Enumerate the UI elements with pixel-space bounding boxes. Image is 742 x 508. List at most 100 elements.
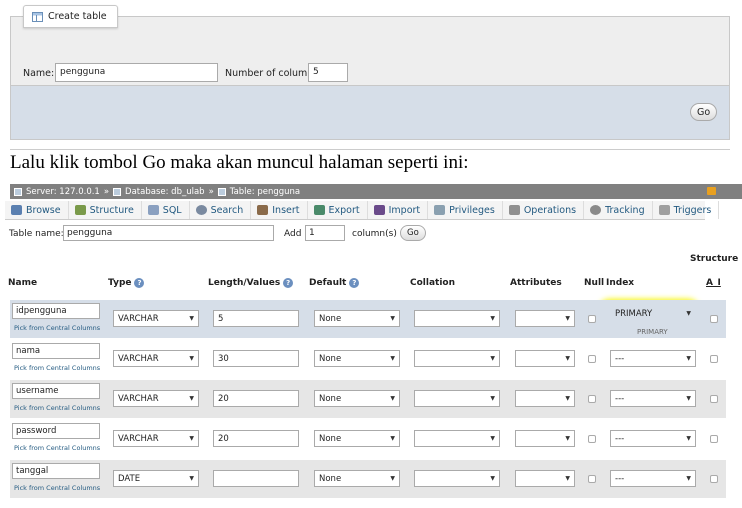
breadcrumb-server[interactable]: Server: 127.0.0.1 [26, 187, 100, 197]
index-select[interactable]: --- ▼ [610, 350, 696, 367]
column-name-input[interactable]: username [12, 383, 100, 399]
length-input[interactable]: 30 [213, 350, 299, 367]
index-select[interactable]: --- ▼ [610, 430, 696, 447]
type-select[interactable]: VARCHAR ▼ [113, 430, 199, 447]
collation-select[interactable]: ▼ [414, 350, 500, 367]
collation-select[interactable]: ▼ [414, 470, 500, 487]
collation-select[interactable]: ▼ [414, 430, 500, 447]
null-checkbox[interactable] [588, 315, 596, 323]
tab-tracking[interactable]: Tracking [584, 201, 653, 219]
dropdown-arrow-icon: ▼ [189, 475, 194, 482]
pick-central-link[interactable]: Pick from Central Columns [14, 484, 100, 492]
null-checkbox[interactable] [588, 395, 596, 403]
tab-structure[interactable]: Structure [69, 201, 142, 219]
insert-icon [257, 205, 269, 215]
columns-count-input[interactable]: 5 [308, 63, 348, 82]
pick-central-link[interactable]: Pick from Central Columns [14, 404, 100, 412]
dropdown-arrow-icon: ▼ [565, 355, 570, 362]
default-select[interactable]: None ▼ [314, 390, 400, 407]
add-go-button[interactable]: Go [400, 225, 426, 241]
index-select[interactable]: PRIMARY ▼ [610, 305, 696, 322]
tab-search[interactable]: Search [190, 201, 252, 219]
collation-select[interactable]: ▼ [414, 310, 500, 327]
attributes-select[interactable]: ▼ [515, 470, 575, 487]
column-name-input[interactable]: idpengguna [12, 303, 100, 319]
ai-checkbox[interactable] [710, 395, 718, 403]
ai-checkbox[interactable] [710, 315, 718, 323]
tab-browse[interactable]: Browse [5, 201, 69, 219]
pick-central-link[interactable]: Pick from Central Columns [14, 324, 100, 332]
attributes-select[interactable]: ▼ [515, 350, 575, 367]
columns-suffix: column(s) [352, 229, 397, 239]
dropdown-arrow-icon: ▼ [490, 315, 495, 322]
browse-icon [11, 205, 22, 215]
default-select[interactable]: None ▼ [314, 350, 400, 367]
tab-operations[interactable]: Operations [503, 201, 585, 219]
table-name-field[interactable]: pengguna [63, 225, 274, 241]
dropdown-arrow-icon: ▼ [686, 395, 691, 402]
attributes-select[interactable]: ▼ [515, 310, 575, 327]
default-select[interactable]: None ▼ [314, 310, 400, 327]
default-select[interactable]: None ▼ [314, 430, 400, 447]
tab-sql[interactable]: SQL [142, 201, 190, 219]
attributes-select[interactable]: ▼ [515, 390, 575, 407]
pick-central-link[interactable]: Pick from Central Columns [14, 364, 100, 372]
type-select[interactable]: DATE ▼ [113, 470, 199, 487]
structure-heading: Structure [690, 254, 739, 264]
name-label: Name: [23, 68, 55, 79]
breadcrumb-database[interactable]: Database: db_ulab [125, 187, 205, 197]
dropdown-arrow-icon: ▼ [390, 435, 395, 442]
index-primary-label: PRIMARY [637, 328, 668, 336]
help-icon[interactable]: ? [283, 278, 294, 288]
header-length: Length/Values? [208, 278, 294, 288]
column-name-input[interactable]: tanggal [12, 463, 100, 479]
tab-privileges[interactable]: Privileges [428, 201, 503, 219]
attributes-select[interactable]: ▼ [515, 430, 575, 447]
dropdown-arrow-icon: ▼ [390, 395, 395, 402]
export-icon [313, 205, 325, 215]
tab-import[interactable]: Import [368, 201, 429, 219]
type-select[interactable]: VARCHAR ▼ [113, 310, 199, 327]
lock-icon[interactable] [707, 187, 716, 195]
default-select[interactable]: None ▼ [314, 470, 400, 487]
length-input[interactable]: 20 [213, 430, 299, 447]
ai-checkbox[interactable] [710, 355, 718, 363]
null-checkbox[interactable] [588, 475, 596, 483]
index-select[interactable]: --- ▼ [610, 470, 696, 487]
type-select[interactable]: VARCHAR ▼ [113, 350, 199, 367]
help-icon[interactable]: ? [134, 278, 145, 288]
table-name-input[interactable]: pengguna [55, 63, 218, 82]
header-default: Default? [309, 278, 360, 288]
ai-checkbox[interactable] [710, 435, 718, 443]
length-input[interactable]: 5 [213, 310, 299, 327]
help-icon[interactable]: ? [349, 278, 360, 288]
column-name-input[interactable]: nama [12, 343, 100, 359]
ai-checkbox[interactable] [710, 475, 718, 483]
length-input[interactable]: 20 [213, 390, 299, 407]
length-input[interactable] [213, 470, 299, 487]
tab-export[interactable]: Export [308, 201, 368, 219]
breadcrumb-table[interactable]: Table: pengguna [230, 187, 300, 197]
header-attributes: Attributes [510, 278, 562, 288]
dropdown-arrow-icon: ▼ [189, 355, 194, 362]
add-columns-input[interactable]: 1 [305, 225, 345, 241]
go-button[interactable]: Go [690, 103, 718, 121]
type-select[interactable]: VARCHAR ▼ [113, 390, 199, 407]
eye-icon [590, 205, 602, 215]
divider [10, 149, 730, 150]
dropdown-arrow-icon: ▼ [565, 435, 570, 442]
create-table-tab[interactable]: Create table [23, 5, 118, 28]
tab-insert[interactable]: Insert [251, 201, 308, 219]
pick-central-link[interactable]: Pick from Central Columns [14, 444, 100, 452]
column-name-input[interactable]: password [12, 423, 100, 439]
dropdown-arrow-icon: ▼ [686, 355, 691, 362]
null-checkbox[interactable] [588, 355, 596, 363]
tab-triggers[interactable]: Triggers [653, 201, 720, 219]
dropdown-arrow-icon: ▼ [565, 475, 570, 482]
database-icon [113, 187, 122, 196]
tab-bar: Browse Structure SQL Search Insert Expor… [5, 201, 720, 220]
collation-select[interactable]: ▼ [414, 390, 500, 407]
header-name: Name [8, 278, 38, 288]
index-select[interactable]: --- ▼ [610, 390, 696, 407]
null-checkbox[interactable] [588, 435, 596, 443]
